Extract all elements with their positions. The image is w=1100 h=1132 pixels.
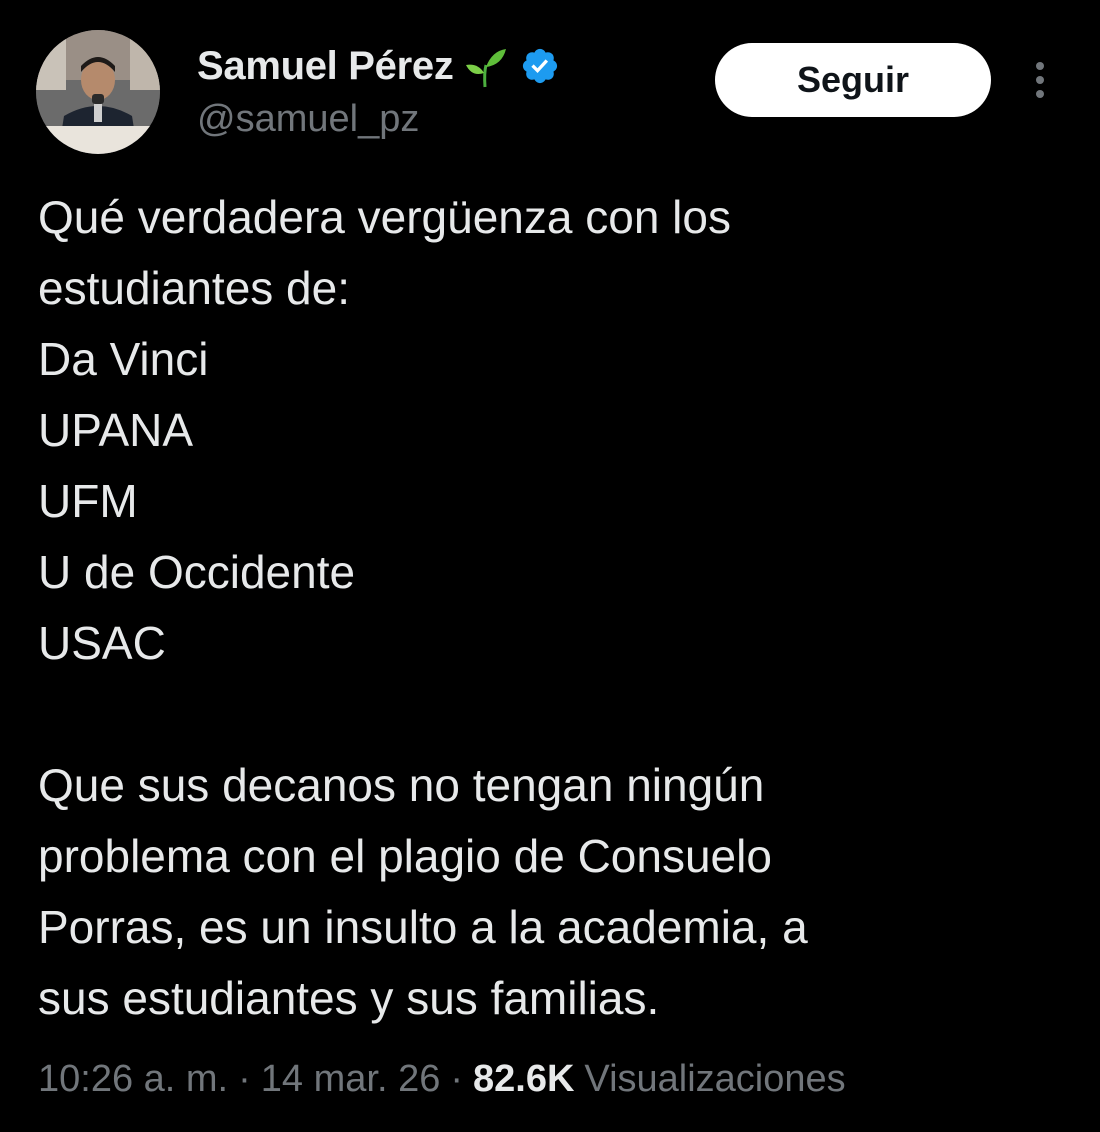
author-handle[interactable]: @samuel_pz <box>197 98 419 141</box>
tweet-text-line: Porras, es un insulto a la academia, a <box>38 901 808 953</box>
views-label: Visualizaciones <box>584 1058 846 1100</box>
tweet-text-line: Da Vinci <box>38 333 209 385</box>
sprout-icon <box>462 43 508 89</box>
views-count[interactable]: 82.6K <box>473 1058 574 1101</box>
tweet-text-line: UFM <box>38 475 138 527</box>
tweet-text-line: Qué verdadera vergüenza con los <box>38 191 731 243</box>
author-display-name[interactable]: Samuel Pérez <box>197 44 454 89</box>
more-vertical-icon[interactable] <box>1026 56 1054 104</box>
tweet-text-line: USAC <box>38 617 166 669</box>
tweet-text-line: estudiantes de: <box>38 262 351 314</box>
tweet-text-line: U de Occidente <box>38 546 356 598</box>
meta-separator: · <box>238 1058 251 1100</box>
tweet-time[interactable]: 10:26 a. m. <box>38 1058 228 1101</box>
tweet-meta: 10:26 a. m. · 14 mar. 26 · 82.6K Visuali… <box>38 1058 846 1101</box>
meta-separator: · <box>450 1058 463 1100</box>
tweet-text-line: Que sus decanos no tengan ningún <box>38 759 765 811</box>
tweet-date[interactable]: 14 mar. 26 <box>261 1058 441 1101</box>
tweet-text: Qué verdadera vergüenza con los estudian… <box>38 182 1068 1034</box>
tweet-text-line: sus estudiantes y sus familias. <box>38 972 660 1024</box>
avatar[interactable] <box>36 30 160 154</box>
tweet-text-line: UPANA <box>38 404 194 456</box>
author-name-row[interactable]: Samuel Pérez <box>197 40 560 92</box>
follow-button[interactable]: Seguir <box>715 43 991 117</box>
verified-icon <box>520 46 560 86</box>
tweet-card: Samuel Pérez @samuel_pz Seguir Qué verda… <box>0 0 1100 1132</box>
avatar-photo <box>36 30 160 154</box>
tweet-text-line: problema con el plagio de Consuelo <box>38 830 772 882</box>
